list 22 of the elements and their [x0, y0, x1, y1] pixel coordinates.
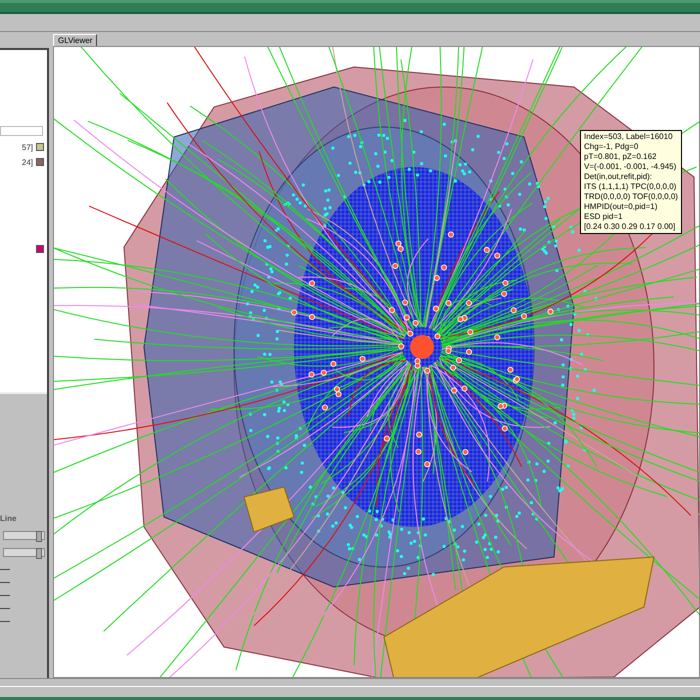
slider[interactable] [3, 548, 45, 557]
filter-field[interactable] [0, 126, 43, 136]
list-item[interactable]: 57] [22, 142, 33, 152]
line-label: Line [0, 514, 16, 523]
color-swatch[interactable] [36, 245, 44, 253]
tooltip-line: Chg=-1, Pdg=0 [584, 142, 640, 152]
color-swatch[interactable] [36, 143, 44, 151]
tooltip-line: Index=503, Label=16010 [584, 132, 674, 142]
tooltip-line: Det(in,out,refit,pid): [584, 172, 654, 182]
slider-thumb[interactable] [36, 548, 42, 559]
tooltip-line: TRD(0,0,0,0) TOF(0,0,0,0) [584, 192, 678, 202]
tooltip-line: pT=0.801, pZ=0.162 [584, 152, 658, 162]
viewer-tab[interactable]: GLViewer [53, 34, 98, 46]
color-swatch[interactable] [36, 158, 44, 166]
slider[interactable] [3, 531, 45, 540]
tooltip-line: V=(-0.001, -0.001, -4.945) [584, 162, 678, 172]
list-item[interactable]: 24] [22, 158, 33, 166]
tooltip-line: [0.24 0.30 0.29 0.17 0.00] [584, 222, 676, 232]
tooltip-line: HMPID(out=0,pid=1) [584, 202, 658, 212]
slider-thumb[interactable] [36, 531, 42, 542]
tooltip-line: ESD pid=1 [584, 212, 624, 222]
tooltip-line: ITS (1,1,1,1) TPC(0,0,0,0) [584, 182, 678, 192]
